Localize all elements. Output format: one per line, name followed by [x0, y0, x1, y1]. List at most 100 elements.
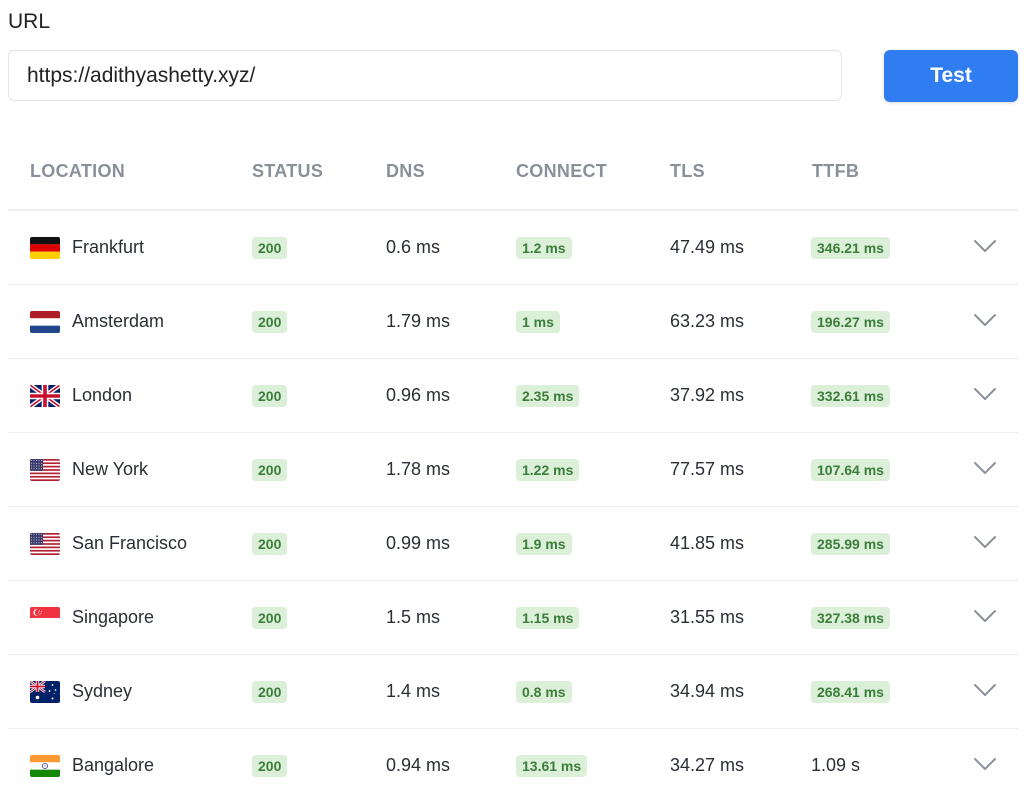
tls-cell: 63.23 ms	[670, 285, 744, 358]
dns-cell: 0.99 ms	[386, 507, 450, 580]
location-name: New York	[72, 459, 149, 479]
dns-value: 1.79 ms	[386, 311, 451, 331]
dns-value: 0.94 ms	[386, 755, 451, 775]
chevron-down-icon[interactable]	[973, 386, 997, 402]
ttfb-value: 327.38 ms	[811, 606, 890, 629]
dns-value: 0.96 ms	[386, 385, 451, 405]
dns-cell: 1.79 ms	[386, 285, 450, 358]
uk-flag-icon	[30, 384, 60, 407]
ttfb-cell: 327.38 ms	[811, 581, 890, 654]
status-cell: 200	[252, 433, 288, 506]
connect-cell: 1 ms	[516, 285, 560, 358]
column-header-connect: CONNECT	[516, 161, 608, 181]
connect-badge: 1.2 ms	[516, 236, 572, 259]
connect-badge: 1 ms	[516, 310, 560, 333]
status-cell: 200	[252, 359, 288, 432]
status-badge: 200	[252, 754, 288, 777]
australia-flag-icon	[30, 680, 60, 703]
connect-cell: 1.15 ms	[516, 581, 580, 654]
connect-cell: 0.8 ms	[516, 655, 572, 728]
ttfb-value: 107.64 ms	[811, 458, 890, 481]
status-cell: 200	[252, 211, 288, 284]
tls-value: 37.92 ms	[670, 385, 745, 405]
results-table: LOCATION STATUS DNS CONNECT TLS TTFB Fra…	[8, 137, 1018, 802]
singapore-flag-icon	[30, 606, 60, 629]
dns-cell: 0.96 ms	[386, 359, 450, 432]
location-name: Bangalore	[72, 755, 155, 775]
chevron-down-icon[interactable]	[973, 312, 997, 328]
location-name: London	[72, 385, 133, 405]
ttfb-cell: 285.99 ms	[811, 507, 890, 580]
location-name: Amsterdam	[72, 311, 165, 331]
connect-badge: 1.15 ms	[516, 606, 580, 629]
ttfb-cell: 196.27 ms	[811, 285, 890, 358]
location-cell: Bangalore	[30, 729, 154, 802]
chevron-down-icon[interactable]	[973, 238, 997, 254]
tls-cell: 34.27 ms	[670, 729, 744, 802]
table-row[interactable]: Singapore 200 1.5 ms 1.15 ms 31.55 ms 327.38 …	[8, 581, 1018, 655]
dns-value: 0.6 ms	[386, 237, 441, 257]
ttfb-value: 332.61 ms	[811, 384, 890, 407]
status-badge: 200	[252, 458, 288, 481]
chevron-down-icon[interactable]	[973, 608, 997, 624]
ttfb-value: 346.21 ms	[811, 236, 890, 259]
column-header-ttfb: TTFB	[812, 161, 860, 181]
ttfb-cell: 107.64 ms	[811, 433, 890, 506]
ttfb-cell: 332.61 ms	[811, 359, 890, 432]
tls-value: 63.23 ms	[670, 311, 745, 331]
url-input[interactable]	[8, 50, 842, 101]
table-row[interactable]: San Francisco 200 0.99 ms 1.9 ms 41.85 ms 285…	[8, 507, 1018, 581]
tls-cell: 47.49 ms	[670, 211, 744, 284]
location-cell: Frankfurt	[30, 211, 144, 284]
dns-value: 1.5 ms	[386, 607, 441, 627]
chevron-down-icon[interactable]	[973, 460, 997, 476]
tls-cell: 34.94 ms	[670, 655, 744, 728]
table-row[interactable]: London 200 0.96 ms 2.35 ms 37.92 ms 332.61 ms	[8, 359, 1018, 433]
tls-cell: 37.92 ms	[670, 359, 744, 432]
location-name: Sydney	[72, 681, 133, 701]
status-badge: 200	[252, 532, 288, 555]
ttfb-value: 1.09 s	[811, 755, 861, 775]
chevron-down-icon[interactable]	[973, 756, 997, 772]
table-row[interactable]: Frankfurt 200 0.6 ms 1.2 ms 47.49 ms 346.21 m…	[8, 211, 1018, 285]
dns-cell: 0.6 ms	[386, 211, 440, 284]
location-cell: London	[30, 359, 132, 432]
tls-value: 47.49 ms	[670, 237, 745, 257]
status-cell: 200	[252, 729, 288, 802]
germany-flag-icon	[30, 236, 60, 259]
table-row[interactable]: New York 200 1.78 ms 1.22 ms 77.57 ms 107.64 …	[8, 433, 1018, 507]
location-cell: Singapore	[30, 581, 154, 654]
chevron-down-icon[interactable]	[973, 534, 997, 550]
chevron-down-icon[interactable]	[973, 682, 997, 698]
status-badge: 200	[252, 384, 288, 407]
status-badge: 200	[252, 680, 288, 703]
us-flag-icon	[30, 532, 60, 555]
connect-cell: 2.35 ms	[516, 359, 580, 432]
tls-cell: 77.57 ms	[670, 433, 744, 506]
status-cell: 200	[252, 507, 288, 580]
netherlands-flag-icon	[30, 310, 60, 333]
dns-cell: 1.5 ms	[386, 581, 440, 654]
tls-value: 41.85 ms	[670, 533, 745, 553]
us-flag-icon	[30, 458, 60, 481]
dns-value: 0.99 ms	[386, 533, 451, 553]
tls-value: 34.94 ms	[670, 681, 745, 701]
column-header-location: LOCATION	[30, 161, 126, 181]
test-button[interactable]: Test	[884, 50, 1018, 102]
status-cell: 200	[252, 581, 288, 654]
tls-value: 31.55 ms	[670, 607, 745, 627]
status-badge: 200	[252, 606, 288, 629]
dns-cell: 0.94 ms	[386, 729, 450, 802]
table-row[interactable]: Sydney 200 1.4 ms 0.8 ms 34.94 ms 268.41 ms	[8, 655, 1018, 729]
column-header-status: STATUS	[252, 161, 324, 181]
status-badge: 200	[252, 310, 288, 333]
tls-cell: 41.85 ms	[670, 507, 744, 580]
ttfb-value: 268.41 ms	[811, 680, 890, 703]
table-row[interactable]: Bangalore 200 0.94 ms 13.61 ms 34.27 ms 1.09 …	[8, 729, 1018, 802]
table-row[interactable]: Amsterdam 200 1.79 ms 1 ms 63.23 ms 196.27 ms	[8, 285, 1018, 359]
tls-cell: 31.55 ms	[670, 581, 744, 654]
connect-cell: 13.61 ms	[516, 729, 588, 802]
tls-value: 77.57 ms	[670, 459, 745, 479]
location-cell: Sydney	[30, 655, 132, 728]
location-cell: San Francisco	[30, 507, 187, 580]
